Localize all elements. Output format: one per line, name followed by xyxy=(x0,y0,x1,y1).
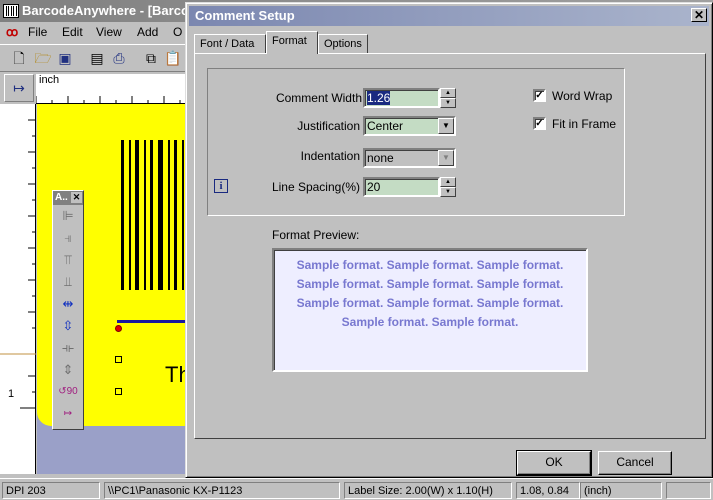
barcode-logo-icon xyxy=(3,4,19,18)
dialog-title: Comment Setup xyxy=(195,8,295,23)
comment-width-spinner[interactable]: ▲ ▼ xyxy=(440,88,456,108)
vertical-ruler-ticks xyxy=(0,119,36,409)
palette-title: A.. xyxy=(55,192,68,203)
align-left-icon[interactable]: ⊫ xyxy=(53,205,83,227)
align-top-icon[interactable]: ⫪ xyxy=(53,249,83,271)
format-tab-panel: Comment Width 1.26 ▲ ▼ Justification Cent… xyxy=(194,53,706,439)
preview-line: Sample format. Sample format. xyxy=(341,315,519,329)
palette-close-icon[interactable]: ✕ xyxy=(71,192,82,203)
preview-line: Sample format. Sample format. Sample for… xyxy=(296,277,564,291)
app-title: BarcodeAnywhere - [Barcod xyxy=(22,3,197,18)
vertical-ruler: 1 xyxy=(0,104,36,474)
fit-in-frame-label: Fit in Frame xyxy=(552,117,617,131)
space-horizontal-icon[interactable]: ⟛ xyxy=(53,337,83,359)
status-dpi: DPI 203 xyxy=(2,482,100,499)
ruler-mark-1: 1 xyxy=(8,388,15,400)
app-menu-icon[interactable]: ꝏ xyxy=(6,22,18,42)
comment-setup-dialog: Comment Setup ✕ Font / Data Format Optio… xyxy=(185,2,713,478)
align-right-icon[interactable]: ⫣ xyxy=(53,227,83,249)
status-printer: \\PC1\Panasonic KX-P1123 xyxy=(104,482,340,499)
info-icon[interactable]: i xyxy=(214,179,228,193)
align-bottom-icon[interactable]: ⫫ xyxy=(53,271,83,293)
center-horizontal-icon[interactable]: ⇹ xyxy=(53,293,83,315)
word-wrap-checkbox[interactable]: ✓ Word Wrap xyxy=(533,89,612,105)
chevron-down-icon[interactable]: ▼ xyxy=(438,118,454,134)
word-wrap-label: Word Wrap xyxy=(552,89,613,103)
spin-up-icon[interactable]: ▲ xyxy=(440,177,456,187)
selection-anchor[interactable] xyxy=(115,325,122,332)
copy-icon[interactable]: ⧉ xyxy=(142,49,160,67)
indentation-label: Indentation xyxy=(300,149,360,163)
menu-more[interactable]: O xyxy=(173,22,182,42)
menu-view[interactable]: View xyxy=(96,22,122,42)
check-icon[interactable]: ✓ xyxy=(533,89,546,102)
close-icon[interactable]: ✕ xyxy=(691,8,707,22)
dialog-title-bar[interactable]: Comment Setup ✕ xyxy=(189,6,709,26)
spin-down-icon[interactable]: ▼ xyxy=(440,98,456,108)
status-unit: (inch) xyxy=(580,482,662,499)
space-vertical-icon[interactable]: ⇕ xyxy=(53,359,83,381)
pointer-tool-button[interactable]: ↦ xyxy=(4,74,34,102)
format-preview-box: Sample format. Sample format. Sample for… xyxy=(272,248,588,372)
palette-title-bar[interactable]: A.. ✕ xyxy=(53,191,83,205)
size-grip[interactable] xyxy=(666,482,711,499)
menu-edit[interactable]: Edit xyxy=(62,22,83,42)
comment-width-value: 1.26 xyxy=(367,91,391,105)
ok-button[interactable]: OK xyxy=(516,450,592,476)
status-label-size: Label Size: 2.00(W) x 1.10(H) xyxy=(344,482,512,499)
rotate-90-icon[interactable]: ↺90 xyxy=(53,381,83,403)
format-preview-label: Format Preview: xyxy=(272,228,360,242)
align-palette: A.. ✕ ⊫ ⫣ ⫪ ⫫ ⇹ ⇳ ⟛ ⇕ ↺90 ↦ xyxy=(52,190,84,430)
check-icon[interactable]: ✓ xyxy=(533,117,546,130)
open-folder-icon[interactable]: 🗁 xyxy=(34,49,52,67)
fit-in-frame-checkbox[interactable]: ✓ Fit in Frame xyxy=(533,117,616,133)
print-preview-icon[interactable]: ▤ xyxy=(88,49,106,67)
line-spacing-input[interactable]: 20 xyxy=(363,177,440,197)
menu-add[interactable]: Add xyxy=(137,22,158,42)
indentation-select[interactable]: none ▼ xyxy=(363,148,456,168)
menu-file[interactable]: File xyxy=(28,22,47,42)
move-to-icon[interactable]: ↦ xyxy=(53,403,83,425)
tab-font-data[interactable]: Font / Data xyxy=(194,34,266,54)
line-spacing-spinner[interactable]: ▲ ▼ xyxy=(440,177,456,197)
line-spacing-label: Line Spacing(%) xyxy=(271,180,360,194)
print-icon[interactable]: ⎙ xyxy=(110,49,128,67)
tab-options[interactable]: Options xyxy=(318,34,368,54)
justification-value: Center xyxy=(367,119,404,133)
center-vertical-icon[interactable]: ⇳ xyxy=(53,315,83,337)
status-coords: 1.08, 0.84 xyxy=(516,482,580,499)
status-bar: DPI 203 \\PC1\Panasonic KX-P1123 Label S… xyxy=(0,478,713,500)
preview-line: Sample format. Sample format. Sample for… xyxy=(296,296,564,310)
justification-label: Justification xyxy=(297,119,360,133)
new-file-icon[interactable]: 🗋 xyxy=(10,49,28,67)
resize-handle[interactable] xyxy=(115,356,122,363)
paste-icon[interactable]: 📋 xyxy=(164,49,182,67)
spin-down-icon[interactable]: ▼ xyxy=(440,187,456,197)
preview-line: Sample format. Sample format. Sample for… xyxy=(296,258,564,272)
line-spacing-value: 20 xyxy=(367,180,381,194)
comment-width-label: Comment Width xyxy=(275,91,362,105)
justification-select[interactable]: Center ▼ xyxy=(363,116,456,136)
chevron-down-icon[interactable]: ▼ xyxy=(438,150,454,166)
save-icon[interactable]: ▣ xyxy=(56,49,74,67)
comment-width-input[interactable]: 1.26 xyxy=(363,88,440,108)
spin-up-icon[interactable]: ▲ xyxy=(440,88,456,98)
cancel-button[interactable]: Cancel xyxy=(598,451,672,475)
indentation-value: none xyxy=(367,151,394,165)
format-settings-group: Comment Width 1.26 ▲ ▼ Justification Cent… xyxy=(207,68,625,216)
tab-format[interactable]: Format xyxy=(266,31,318,54)
resize-handle[interactable] xyxy=(115,388,122,395)
